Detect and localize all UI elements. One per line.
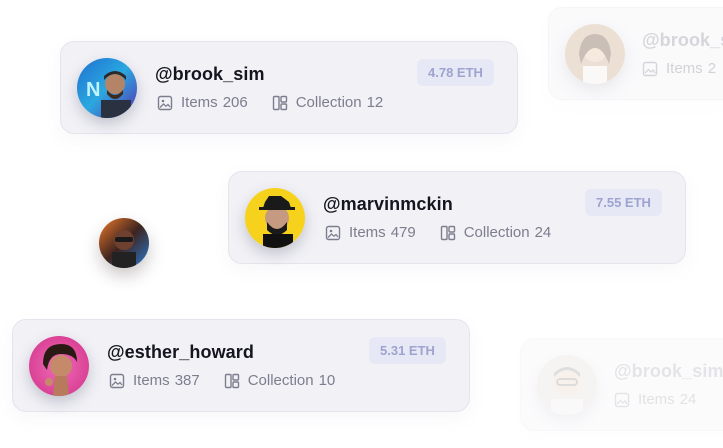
username: @brook_sim [614,361,723,381]
faded-user-card-bottom: @brook_sim Items 24 [520,338,723,431]
items-stat: Items 387 [109,372,200,389]
image-icon [614,392,630,408]
username: @esther_howard [107,342,254,362]
faded-user-card-top: @brook_sim Items 2 [548,7,723,100]
collection-count: 24 [534,224,552,241]
meta-row: Items 2 [642,60,716,77]
items-count: 24 [679,391,697,408]
floating-avatar [99,218,149,268]
meta-row: Items 206 Collection 12 [157,94,407,111]
price-badge: 7.55 ETH [585,189,662,216]
avatar: N [77,58,137,118]
svg-text:N: N [86,79,100,101]
collection-icon [440,225,456,241]
items-count: 2 [707,60,717,77]
items-count: 387 [174,372,200,389]
items-label: Items [666,60,703,77]
image-icon [109,373,125,389]
avatar [29,336,89,396]
meta-row: Items 479 Collection 24 [325,224,575,241]
user-card[interactable]: N @brook_sim Items 206 Collection 12 4.7… [60,41,518,134]
collection-count: 12 [366,94,384,111]
items-count: 479 [390,224,416,241]
price-badge: 5.31 ETH [369,337,446,364]
avatar [245,188,305,248]
items-label: Items [349,224,386,241]
meta-row: Items 387 Collection 10 [109,372,359,389]
avatar [565,24,625,84]
items-stat: Items 206 [157,94,248,111]
collection-count: 10 [318,372,336,389]
collection-label: Collection [463,224,530,241]
meta-row: Items 24 [614,391,696,408]
items-count: 206 [222,94,248,111]
image-icon [325,225,341,241]
user-card[interactable]: @esther_howard Items 387 Collection 10 5… [12,319,470,412]
items-stat: Items 479 [325,224,416,241]
username: @brook_sim [155,64,265,84]
items-label: Items [133,372,170,389]
collection-stat: Collection 24 [440,224,552,241]
collection-label: Collection [295,94,362,111]
collection-stat: Collection 12 [272,94,384,111]
collection-label: Collection [247,372,314,389]
collection-stat: Collection 10 [224,372,336,389]
image-icon [642,61,658,77]
price-badge: 4.78 ETH [417,59,494,86]
collection-icon [272,95,288,111]
image-icon [157,95,173,111]
items-label: Items [638,391,675,408]
username: @marvinmckin [323,194,453,214]
collection-icon [224,373,240,389]
username: @brook_sim [642,30,723,50]
avatar [537,355,597,415]
user-card[interactable]: @marvinmckin Items 479 Collection 24 7.5… [228,171,686,264]
items-label: Items [181,94,218,111]
